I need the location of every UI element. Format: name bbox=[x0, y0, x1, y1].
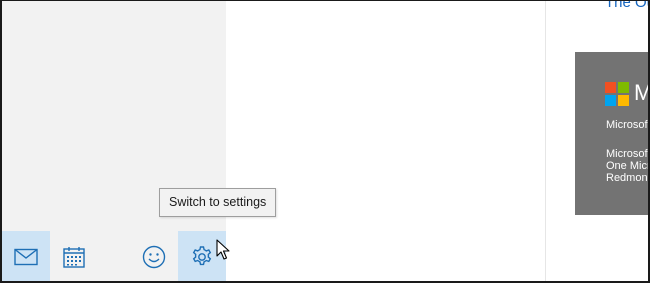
mail-icon bbox=[14, 248, 38, 265]
feedback-button[interactable] bbox=[130, 231, 178, 281]
calendar-button[interactable] bbox=[50, 231, 98, 281]
gear-icon bbox=[192, 245, 212, 265]
mouse-cursor bbox=[216, 239, 230, 260]
card-line-3: One Micr bbox=[606, 160, 650, 172]
pane-divider bbox=[545, 1, 546, 281]
settings-tooltip: Switch to settings bbox=[159, 188, 277, 217]
smiley-icon bbox=[142, 245, 166, 268]
microsoft-logo bbox=[605, 82, 629, 106]
microsoft-wordmark: M bbox=[634, 79, 648, 107]
microsoft-footer-card: M Microsof Microsof One Micr Redmon bbox=[575, 52, 650, 215]
bottom-nav-bar bbox=[2, 231, 226, 281]
card-line-2: Microsof bbox=[606, 148, 648, 160]
card-line-4: Redmon bbox=[606, 172, 648, 184]
card-line-1: Microsof bbox=[606, 119, 648, 131]
message-title-link[interactable]: The Ou bbox=[605, 1, 648, 11]
calendar-icon bbox=[63, 246, 85, 268]
mail-button[interactable] bbox=[2, 231, 50, 281]
app-window: Switch to settings The Ou M Microsof Mic… bbox=[0, 0, 650, 283]
